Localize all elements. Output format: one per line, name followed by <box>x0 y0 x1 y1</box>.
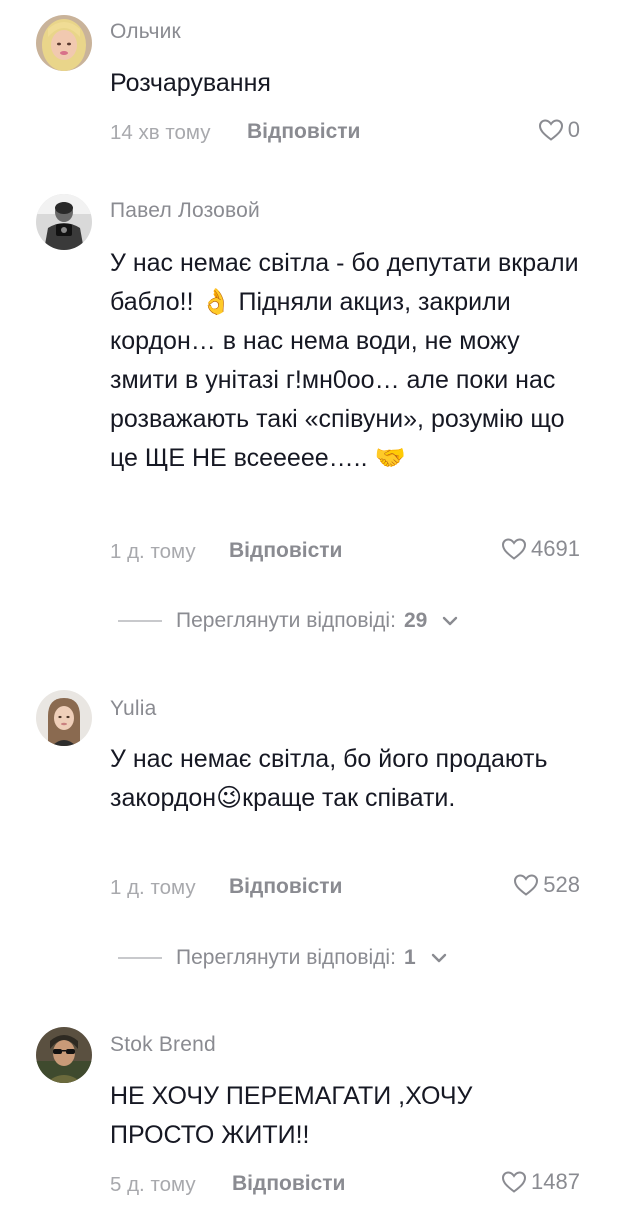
like-count: 0 <box>567 117 580 142</box>
like-button[interactable]: 0 <box>538 117 580 143</box>
comment-username[interactable]: Stok Brend <box>110 1033 216 1057</box>
avatar-woman-brown-hair-icon <box>36 690 92 746</box>
comment-timestamp: 1 д. тому <box>110 876 196 899</box>
view-replies-button[interactable]: Переглянути відповіді: 1 <box>118 946 448 970</box>
reply-button[interactable]: Відповісти <box>229 875 342 899</box>
like-count: 528 <box>543 872 580 897</box>
view-replies-label: Переглянути відповіді: <box>176 609 396 632</box>
divider-line <box>118 957 162 959</box>
comment-timestamp: 1 д. тому <box>110 540 196 563</box>
view-replies-count: 1 <box>403 946 416 969</box>
avatar[interactable] <box>36 690 92 746</box>
reply-button[interactable]: Відповісти <box>247 120 360 144</box>
divider-line <box>118 620 162 622</box>
like-count: 4691 <box>531 536 580 561</box>
avatar[interactable] <box>36 194 92 250</box>
avatar[interactable] <box>36 1027 92 1083</box>
heart-icon <box>513 873 539 897</box>
comment-username[interactable]: Павел Лозовой <box>110 199 260 223</box>
avatar-person-sunglasses-icon <box>36 1027 92 1083</box>
like-button[interactable]: 4691 <box>501 536 580 562</box>
comment-username[interactable]: Ольчик <box>110 20 181 44</box>
comment-text: НЕ ХОЧУ ПЕРЕМАГАТИ ,ХОЧУ ПРОСТО ЖИТИ!! <box>110 1082 473 1149</box>
avatar-man-bw-icon <box>36 194 92 250</box>
reply-button[interactable]: Відповісти <box>229 539 342 563</box>
chevron-down-icon <box>441 615 459 627</box>
comment-timestamp: 5 д. тому <box>110 1173 196 1196</box>
comment-username[interactable]: Yulia <box>110 697 157 721</box>
comment-text: У нас немає світла - бо депутати вкрали … <box>110 249 579 472</box>
view-replies-button[interactable]: Переглянути відповіді: 29 <box>118 609 459 633</box>
comment-text: Розчарування <box>110 69 271 97</box>
like-button[interactable]: 528 <box>513 872 580 898</box>
chevron-down-icon <box>430 952 448 964</box>
view-replies-count: 29 <box>403 609 428 632</box>
comment-timestamp: 14 хв тому <box>110 121 211 144</box>
heart-icon <box>538 118 564 142</box>
avatar[interactable] <box>36 15 92 71</box>
like-button[interactable]: 1487 <box>501 1169 580 1195</box>
comment-text: У нас немає світла, бо його продають зак… <box>110 745 548 812</box>
like-count: 1487 <box>531 1169 580 1194</box>
view-replies-label: Переглянути відповіді: <box>176 946 396 969</box>
avatar-blonde-woman-icon <box>36 15 92 71</box>
heart-icon <box>501 537 527 561</box>
reply-button[interactable]: Відповісти <box>232 1172 345 1196</box>
heart-icon <box>501 1170 527 1194</box>
